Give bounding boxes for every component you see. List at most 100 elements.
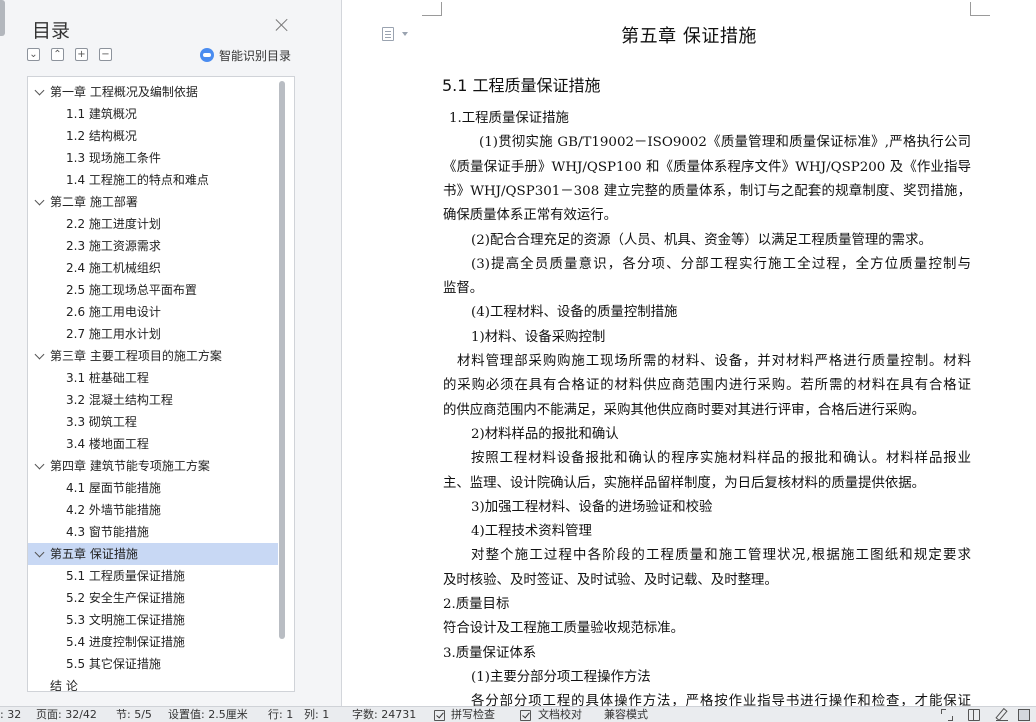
outline-item-label: 4.1 屋面节能措施	[66, 481, 161, 495]
outline-section-item[interactable]: 4.1 屋面节能措施	[28, 477, 278, 499]
outline-item-label: 4.2 外墙节能措施	[66, 503, 161, 517]
outline-item-label: 1.1 建筑概况	[66, 107, 137, 121]
outline-scrollbar-thumb[interactable]	[279, 81, 285, 639]
chevron-down-icon[interactable]	[34, 547, 45, 558]
smart-toc-button[interactable]: 智能识别目录	[200, 46, 291, 64]
outline-chapter-item[interactable]: 第一章 工程概况及编制依据	[28, 81, 278, 103]
outline-section-item[interactable]: 3.3 砌筑工程	[28, 411, 278, 433]
outline-chapter-item[interactable]: 第五章 保证措施	[28, 543, 278, 565]
close-icon[interactable]	[274, 17, 290, 33]
compat-mode-label: 兼容模式	[604, 708, 648, 721]
outline-item-label: 第二章 施工部署	[50, 195, 138, 209]
outline-section-item[interactable]: 3.1 桩基础工程	[28, 367, 278, 389]
outline-section-item[interactable]: 2.4 施工机械组织	[28, 257, 278, 279]
outline-chapter-item[interactable]: 第二章 施工部署	[28, 191, 278, 213]
outline-item-label: 2.7 施工用水计划	[66, 327, 161, 341]
paragraph-line: 材料管理部采购购施工现场所需的材料、设备，并对材料严格进行质量控制。材料	[457, 354, 971, 369]
outline-section-item[interactable]: 4.3 窗节能措施	[28, 521, 278, 543]
paragraph-line: 的采购必须在具有合格证的材料供应商范围内进行采购。若所需的材料在具有合格证	[443, 378, 971, 394]
reading-view-icon[interactable]	[968, 709, 980, 721]
page-view-icon[interactable]	[1018, 709, 1030, 721]
outline-section-item[interactable]: 1.3 现场施工条件	[28, 147, 278, 169]
paragraph-line: 1)材料、设备采购控制	[471, 329, 606, 345]
outline-scrollbar[interactable]	[278, 81, 286, 689]
outline-item-label: 2.3 施工资源需求	[66, 239, 161, 253]
page-margin-corner-right	[970, 2, 990, 16]
fullscreen-icon[interactable]	[941, 709, 953, 721]
status-page-count[interactable]: 页面: 32/42	[36, 709, 97, 721]
chevron-down-icon[interactable]	[34, 195, 45, 206]
paragraph-line: 及时核验、及时签证、及时试验、及时记载、及时整理。	[443, 572, 778, 588]
paragraph-line: (2)配合合理充足的资源（人员、机具、资金等）以满足工程质量管理的需求。	[471, 232, 932, 248]
outline-section-item[interactable]: 1.2 结构概况	[28, 125, 278, 147]
outline-section-item[interactable]: 5.4 进度控制保证措施	[28, 631, 278, 653]
outline-list-box: 第一章 工程概况及编制依据 1.1 建筑概况 1.2 结构概况 1.3 现场施工条件 1…	[27, 76, 295, 692]
outline-item-label: 1.3 现场施工条件	[66, 151, 161, 165]
paragraph-line: 监督。	[443, 281, 484, 297]
chevron-down-icon[interactable]	[34, 85, 45, 96]
outline-section-item[interactable]: 3.2 混凝土结构工程	[28, 389, 278, 411]
outline-section-item[interactable]: 2.5 施工现场总平面布置	[28, 279, 278, 301]
paragraph-line: 1.工程质量保证措施	[449, 111, 569, 126]
outline-item-label: 5.3 文明施工保证措施	[66, 613, 185, 627]
outline-section-item[interactable]: 2.6 施工用电设计	[28, 301, 278, 323]
outline-section-item[interactable]: 5.5 其它保证措施	[28, 653, 278, 675]
chevron-down-icon[interactable]	[34, 459, 45, 470]
status-section[interactable]: 节: 5/5	[116, 709, 152, 721]
remove-heading-button[interactable]: −	[99, 48, 112, 61]
outline-section-item[interactable]: 3.4 楼地面工程	[28, 433, 278, 455]
outline-section-item[interactable]: 5.3 文明施工保证措施	[28, 609, 278, 631]
expand-up-button[interactable]: ⌃	[51, 48, 64, 61]
paragraph-line: (1)主要分部分项工程操作方法	[471, 669, 651, 685]
paragraph-line: (4)工程材料、设备的质量控制措施	[471, 305, 678, 321]
add-heading-button[interactable]: +	[75, 48, 88, 61]
paragraph-line: 2)材料样品的报批和确认	[471, 426, 619, 442]
paragraph-line: 各分部分项工程的具体操作方法，严格按作业指导书进行操作和检查，才能保证	[471, 694, 971, 706]
paragraph-line: 4)工程技术资料管理	[471, 524, 592, 540]
status-bar: : 32 页面: 32/42 节: 5/5 设置值: 2.5厘米 行: 1 列:…	[0, 706, 1036, 722]
page-margin-corner-left	[422, 2, 442, 16]
status-setting-value[interactable]: 设置值: 2.5厘米	[168, 709, 248, 721]
outline-item-label: 第三章 主要工程项目的施工方案	[50, 349, 222, 363]
doc-proof-icon[interactable]	[520, 710, 531, 721]
outline-section-item[interactable]: 5.2 安全生产保证措施	[28, 587, 278, 609]
outline-section-item[interactable]: 4.2 外墙节能措施	[28, 499, 278, 521]
outline-item-label: 2.4 施工机械组织	[66, 261, 161, 275]
outline-item-label: 3.2 混凝土结构工程	[66, 393, 173, 407]
outline-item-label: 2.5 施工现场总平面布置	[66, 283, 197, 297]
outline-chapter-item[interactable]: 第四章 建筑节能专项施工方案	[28, 455, 278, 477]
outline-item-label: 5.5 其它保证措施	[66, 657, 161, 671]
document-page[interactable]: 第五章 保证措施 5.1 工程质量保证措施 1.工程质量保证措施 (1)贯彻实施 …	[342, 0, 1036, 706]
edit-view-icon[interactable]	[996, 709, 1008, 721]
outline-item-label: 3.4 楼地面工程	[66, 437, 149, 451]
outline-section-item[interactable]: 2.2 施工进度计划	[28, 213, 278, 235]
spell-check-icon[interactable]	[434, 710, 445, 721]
outline-section-item[interactable]: 1.4 工程施工的特点和难点	[28, 169, 278, 191]
document-area: 第五章 保证措施 5.1 工程质量保证措施 1.工程质量保证措施 (1)贯彻实施 …	[342, 0, 1036, 706]
paragraph-line: 3)加强工程材料、设备的进场验证和校验	[471, 499, 713, 515]
doc-proof-label[interactable]: 文档校对	[538, 709, 582, 721]
outline-section-item[interactable]: 2.7 施工用水计划	[28, 323, 278, 345]
outline-title: 目录	[32, 20, 71, 42]
outline-chapter-item[interactable]: 结 论	[28, 675, 278, 692]
status-col[interactable]: 列: 1	[304, 709, 329, 721]
outline-section-item[interactable]: 5.1 工程质量保证措施	[28, 565, 278, 587]
status-word-count[interactable]: 字数: 24731	[352, 709, 416, 721]
panel-resize-handle[interactable]	[0, 0, 5, 36]
collapse-all-button[interactable]: ⌄	[27, 48, 40, 61]
outline-section-item[interactable]: 2.3 施工资源需求	[28, 235, 278, 257]
status-row[interactable]: 行: 1	[268, 709, 293, 721]
outline-item-label: 结 论	[50, 679, 78, 692]
spell-check-label[interactable]: 拼写检查	[451, 709, 495, 721]
paragraph-line: (3)提高全员质量意识，各分项、分部工程实行施工全过程，全方位质量控制与	[471, 256, 971, 272]
outline-item-label: 5.1 工程质量保证措施	[66, 569, 185, 583]
outline-panel: 目录 ⌄ ⌃ + − 智能识别目录 第一章 工程概况及编制依据 1.1 建筑概况 1…	[0, 0, 342, 706]
outline-chapter-item[interactable]: 第三章 主要工程项目的施工方案	[28, 345, 278, 367]
section-heading: 5.1 工程质量保证措施	[442, 76, 601, 95]
chevron-down-icon[interactable]	[34, 349, 45, 360]
outline-section-item[interactable]: 1.1 建筑概况	[28, 103, 278, 125]
paragraph-line: 主、监理、设计院确认后，实施样品留样制度，为日后复核材料的质量提供依据。	[443, 475, 926, 491]
outline-item-label: 2.2 施工进度计划	[66, 217, 161, 231]
outline-list: 第一章 工程概况及编制依据 1.1 建筑概况 1.2 结构概况 1.3 现场施工条件 1…	[28, 81, 278, 692]
smart-toc-label: 智能识别目录	[219, 48, 292, 63]
